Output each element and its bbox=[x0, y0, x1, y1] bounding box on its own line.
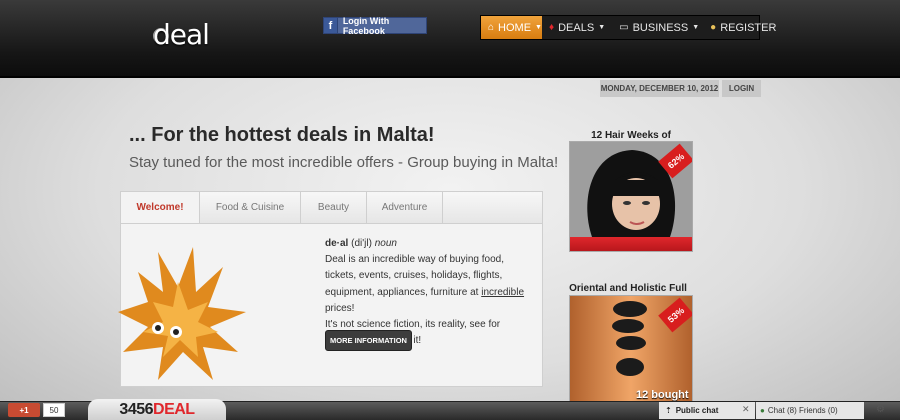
facebook-login-button[interactable]: f Login With Facebook bbox=[323, 15, 427, 36]
footer-brand-logo[interactable]: 3456 DEAL bbox=[88, 399, 226, 420]
plus-one-count: 50 bbox=[43, 403, 65, 417]
page-subtitle: Stay tuned for the most incredible offer… bbox=[129, 154, 559, 171]
tab-adventure[interactable]: Adventure bbox=[367, 192, 443, 223]
tabs-bar: Welcome! Food & Cuisine Beauty Adventure bbox=[120, 191, 543, 224]
facebook-login-label: Login With Facebook bbox=[342, 15, 390, 36]
site-logo[interactable]: deal bbox=[153, 18, 210, 51]
chat-friends-tab[interactable]: ● Chat (8) Friends (0) bbox=[756, 402, 864, 419]
deal-strip-1 bbox=[570, 237, 692, 251]
deal-card-1[interactable]: 62% bbox=[569, 141, 693, 252]
top-header bbox=[0, 0, 900, 78]
brand-word: DEAL bbox=[153, 400, 195, 418]
main-navigation: ⌂ HOME ▼ ♦ DEALS ▼ ▭ BUSINESS ▼ ● REGIST… bbox=[480, 15, 776, 40]
monster-fur bbox=[118, 247, 246, 380]
definition-word: de·al bbox=[325, 238, 349, 249]
user-icon: ● bbox=[710, 22, 717, 33]
nav-register[interactable]: ● REGISTER bbox=[706, 16, 783, 39]
chevron-down-icon: ▼ bbox=[535, 24, 542, 31]
definition-prices: prices! bbox=[325, 302, 355, 314]
nav-business-label: BUSINESS bbox=[632, 21, 689, 34]
deal-title-1[interactable]: 12 Hair Weeks of bbox=[569, 130, 693, 141]
pin-icon: ⇡ bbox=[665, 406, 672, 415]
tag-icon: ♦ bbox=[549, 22, 555, 33]
current-date: MONDAY, DECEMBER 10, 2012 bbox=[600, 80, 719, 97]
deal-title-2[interactable]: Oriental and Holistic Full bbox=[566, 283, 690, 294]
public-chat-label: Public chat bbox=[675, 406, 719, 415]
tab-welcome[interactable]: Welcome! bbox=[121, 192, 200, 223]
deal-image-1[interactable]: 62% bbox=[570, 142, 692, 237]
chevron-down-icon: ▼ bbox=[692, 24, 700, 31]
definition-text: Deal is an incredible way of buying food… bbox=[325, 254, 504, 298]
gear-icon[interactable]: ⚙ bbox=[876, 404, 885, 415]
monster-pupil-left bbox=[155, 325, 161, 331]
facebook-icon: f bbox=[324, 18, 338, 33]
nav-deals-label: DEALS bbox=[558, 21, 595, 34]
nav-deals[interactable]: ♦ DEALS ▼ bbox=[542, 16, 612, 39]
more-information-button[interactable]: MORE INFORMATION bbox=[325, 330, 412, 351]
login-link[interactable]: LOGIN bbox=[722, 80, 761, 97]
nav-home-label: HOME bbox=[498, 21, 532, 34]
tab-beauty[interactable]: Beauty bbox=[301, 192, 367, 223]
definition-incredible-link[interactable]: incredible bbox=[481, 287, 524, 298]
tab-food-cuisine[interactable]: Food & Cuisine bbox=[200, 192, 301, 223]
friends-icon: ● bbox=[760, 406, 765, 415]
furry-monster-mascot bbox=[118, 247, 246, 380]
close-icon[interactable]: ✕ bbox=[742, 404, 750, 415]
nav-home[interactable]: ⌂ HOME ▼ bbox=[481, 16, 542, 39]
nav-register-label: REGISTER bbox=[720, 21, 777, 34]
briefcase-icon: ▭ bbox=[619, 22, 629, 33]
deal-image-2[interactable]: 53% bbox=[570, 296, 692, 402]
public-chat-tab[interactable]: ⇡ Public chat bbox=[659, 402, 755, 419]
google-plus-one-button[interactable]: +1 bbox=[8, 403, 40, 417]
chat-friends-label: Chat (8) Friends (0) bbox=[767, 406, 838, 415]
bought-count: 12 bought bbox=[636, 389, 689, 401]
brand-digits: 3456 bbox=[119, 400, 154, 418]
nav-business[interactable]: ▭ BUSINESS ▼ bbox=[612, 16, 706, 39]
page-title: ... For the hottest deals in Malta! bbox=[129, 124, 435, 146]
definition-pos: noun bbox=[374, 238, 397, 249]
chevron-down-icon: ▼ bbox=[598, 24, 606, 31]
monster-pupil-right bbox=[173, 329, 179, 335]
deal-card-2[interactable]: 53% bbox=[569, 295, 693, 402]
house-icon: ⌂ bbox=[488, 22, 495, 33]
definition-pronunciation: (di'jl) bbox=[351, 238, 372, 249]
